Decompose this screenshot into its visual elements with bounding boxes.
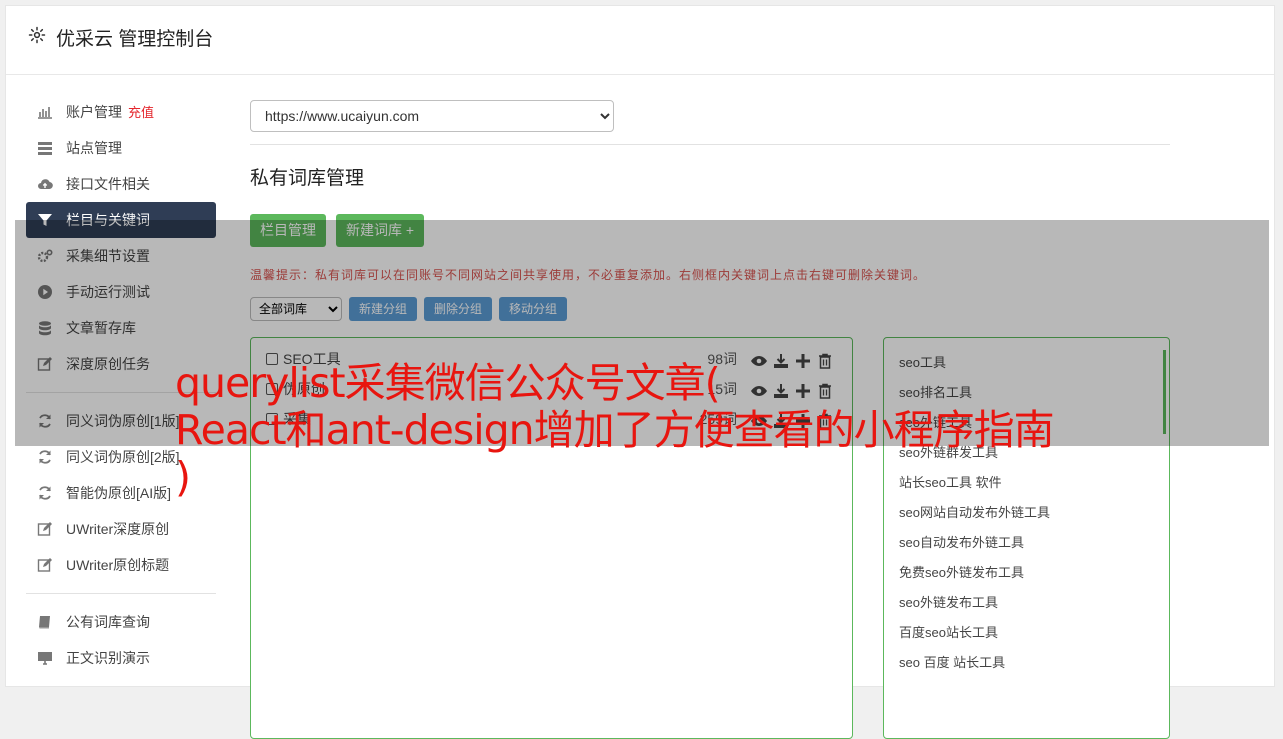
sidebar-item-label: UWriter深度原创	[66, 521, 170, 537]
edit-icon	[37, 558, 52, 572]
keyword-item[interactable]: seo外链发布工具	[884, 588, 1169, 618]
sidebar-item-text-recognition[interactable]: 正文识别演示	[26, 640, 216, 676]
sidebar-item-account[interactable]: 账户管理 充值	[26, 94, 216, 130]
sidebar-divider	[26, 593, 216, 594]
server-icon	[38, 142, 52, 155]
sidebar-item-label: 站点管理	[66, 140, 122, 156]
sidebar-item-label: 同义词伪原创[2版]	[66, 449, 180, 465]
keyword-item[interactable]: seo网站自动发布外链工具	[884, 498, 1169, 528]
section-title: 私有词库管理	[250, 168, 365, 189]
sidebar-item-label: 智能伪原创[AI版]	[66, 485, 172, 501]
sidebar-item-label: 接口文件相关	[66, 176, 150, 192]
refresh-icon	[39, 486, 51, 500]
keyword-item[interactable]: 免费seo外链发布工具	[884, 558, 1169, 588]
edit-icon	[37, 522, 52, 536]
header: 优采云 管理控制台	[6, 6, 1274, 75]
sidebar-item-uwriter-title[interactable]: UWriter原创标题	[26, 547, 216, 583]
book-icon	[39, 616, 50, 629]
headline-line: )	[175, 453, 191, 501]
sidebar-item-public-lexicon[interactable]: 公有词库查询	[26, 604, 216, 640]
sidebar-item-sites[interactable]: 站点管理	[26, 130, 216, 166]
sidebar-item-label: 正文识别演示	[66, 650, 150, 666]
cloud-upload-icon	[38, 179, 53, 190]
headline-line: React和ant-design增加了方便查看的小程序指南	[175, 406, 1055, 454]
sidebar-item-label: 账户管理	[66, 104, 122, 120]
keyword-item[interactable]: seo自动发布外链工具	[884, 528, 1169, 558]
monitor-icon	[38, 652, 52, 665]
headline-line: querylist采集微信公众号文章(	[175, 359, 721, 407]
sidebar-item-interface[interactable]: 接口文件相关	[26, 166, 216, 202]
keyword-item[interactable]: 百度seo站长工具	[884, 618, 1169, 648]
gear-icon	[28, 26, 46, 44]
site-select[interactable]: https://www.ucaiyun.com	[250, 100, 614, 132]
sidebar-item-uwriter-deep[interactable]: UWriter深度原创	[26, 511, 216, 547]
overlay-headline: querylist采集微信公众号文章( React和ant-design增加了方…	[175, 359, 1055, 501]
content-divider	[250, 144, 1170, 145]
page-title: 优采云 管理控制台	[56, 29, 214, 50]
bar-chart-icon	[38, 107, 52, 119]
recharge-link[interactable]: 充值	[128, 105, 154, 120]
keyword-item[interactable]: seo 百度 站长工具	[884, 648, 1169, 678]
refresh-icon	[39, 450, 51, 464]
sidebar-item-label: 公有词库查询	[66, 614, 150, 630]
sidebar-item-label: UWriter原创标题	[66, 557, 170, 573]
